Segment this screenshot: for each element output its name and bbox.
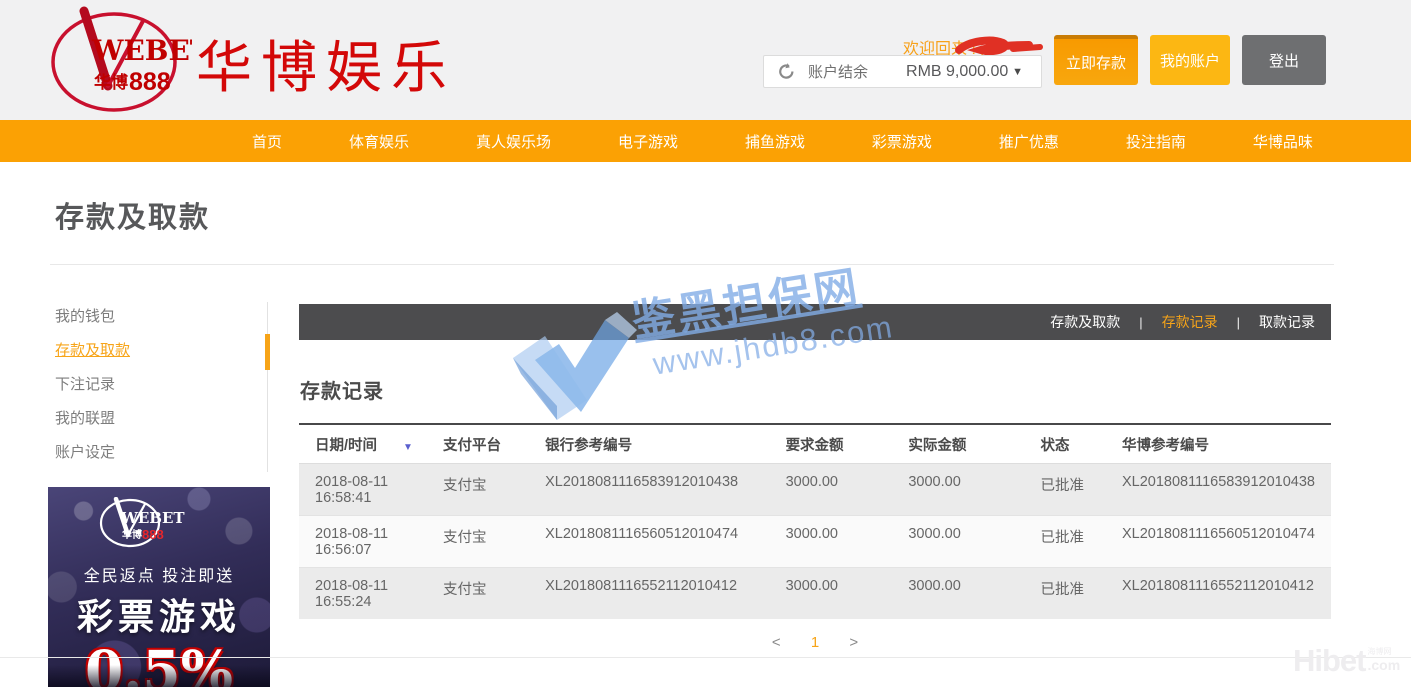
nav-item-home[interactable]: 首页	[252, 131, 282, 152]
table-row: 2018-08-11 16:56:07 支付宝 XL20180811165605…	[299, 516, 1331, 568]
svg-text:888: 888	[129, 68, 171, 96]
banner-webet-logo-icon: WEBET 华博 888	[48, 497, 270, 554]
logout-button[interactable]: 登出	[1242, 35, 1326, 85]
status-value: 已批准	[1024, 516, 1106, 568]
nav-item-brand[interactable]: 华博品味	[1253, 131, 1313, 152]
pagination-next[interactable]: >	[849, 634, 858, 651]
nav-item-promotions[interactable]: 推广优惠	[999, 131, 1059, 152]
table-header-platform: 支付平台	[427, 424, 529, 464]
table-header-actual: 实际金额	[892, 424, 1024, 464]
table-header-datetime[interactable]: 日期/时间▼	[299, 424, 427, 464]
balance-label: 账户结余	[808, 61, 868, 82]
status-value: 已批准	[1024, 568, 1106, 620]
caret-down-icon[interactable]: ▼	[1012, 66, 1023, 78]
title-divider	[50, 264, 1334, 265]
svg-text:华博: 华博	[94, 72, 128, 92]
main-content: 存款及取款 | 存款记录 | 取款记录 存款记录 日期/时间▼ 支付平台 银行参…	[299, 304, 1331, 651]
svg-text:WEBET: WEBET	[91, 34, 192, 67]
sidebar-item-account-settings[interactable]: 账户设定	[50, 438, 267, 472]
sidebar-item-wallet[interactable]: 我的钱包	[50, 302, 267, 336]
deposit-now-button[interactable]: 立即存款	[1054, 35, 1138, 85]
balance-dropdown[interactable]: 账户结余 RMB 9,000.00 ▼	[763, 55, 1042, 88]
refresh-icon[interactable]	[777, 62, 796, 81]
webet-logo-icon: WEBET 华博 888	[42, 6, 192, 114]
svg-text:华博: 华博	[122, 528, 142, 541]
tab-withdraw-records[interactable]: 取款记录	[1259, 312, 1315, 332]
table-header-row: 日期/时间▼ 支付平台 银行参考编号 要求金额 实际金额 状态 华博参考编号	[299, 424, 1331, 464]
table-header-requested: 要求金额	[770, 424, 893, 464]
nav-item-lottery[interactable]: 彩票游戏	[872, 131, 932, 152]
deposit-records-table: 日期/时间▼ 支付平台 银行参考编号 要求金额 实际金额 状态 华博参考编号 2…	[299, 423, 1331, 619]
banner-title: 彩票游戏	[48, 588, 270, 640]
table-header-status: 状态	[1024, 424, 1106, 464]
nav-item-betting-guide[interactable]: 投注指南	[1126, 131, 1186, 152]
svg-text:WEBET: WEBET	[120, 509, 185, 527]
nav-item-live-casino[interactable]: 真人娱乐场	[476, 131, 551, 152]
site-logo[interactable]: WEBET 华博 888 华博娱乐	[42, 4, 602, 116]
page-title: 存款及取款	[55, 194, 210, 236]
table-row: 2018-08-11 16:58:41 支付宝 XL20180811165839…	[299, 464, 1331, 516]
nav-item-slots[interactable]: 电子游戏	[618, 131, 678, 152]
banner-tagline: 全民返点 投注即送	[48, 562, 270, 586]
table-header-site-ref: 华博参考编号	[1106, 424, 1331, 464]
svg-text:888: 888	[142, 527, 164, 542]
tab-deposit-withdraw[interactable]: 存款及取款	[1050, 312, 1120, 332]
logo-title: 华博娱乐	[196, 23, 456, 104]
page: WEBET 华博 888 华博娱乐 欢迎回来 ! jx 账户结余 RMB 9,0…	[0, 0, 1411, 687]
sort-desc-icon[interactable]: ▼	[403, 442, 413, 453]
corner-watermark: Hibet 海博网 .com	[1293, 643, 1400, 679]
table-header-bank-ref: 银行参考编号	[529, 424, 769, 464]
sidebar: 我的钱包 存款及取款 下注记录 我的联盟 账户设定	[50, 302, 268, 472]
sidebar-item-affiliate[interactable]: 我的联盟	[50, 404, 267, 438]
banner-bottom-shade	[48, 665, 270, 687]
sidebar-item-deposit-withdraw[interactable]: 存款及取款	[50, 336, 267, 370]
hibet-badge: 海博网	[1368, 646, 1401, 657]
main-nav: 首页 体育娱乐 真人娱乐场 电子游戏 捕鱼游戏 彩票游戏 推广优惠 投注指南 华…	[0, 120, 1411, 162]
section-title: 存款记录	[300, 375, 1331, 404]
tab-deposit-records[interactable]: 存款记录	[1162, 312, 1218, 332]
balance-amount: RMB 9,000.00	[906, 63, 1008, 81]
table-row: 2018-08-11 16:55:24 支付宝 XL20180811165521…	[299, 568, 1331, 620]
pagination: < 1 >	[299, 634, 1331, 651]
pagination-prev[interactable]: <	[772, 634, 781, 651]
nav-item-fishing[interactable]: 捕鱼游戏	[745, 131, 805, 152]
status-value: 已批准	[1024, 464, 1106, 516]
hibet-suffix: .com	[1368, 657, 1401, 673]
records-tabbar: 存款及取款 | 存款记录 | 取款记录	[299, 304, 1331, 340]
tab-divider: |	[1139, 315, 1142, 330]
my-account-button[interactable]: 我的账户	[1150, 35, 1230, 85]
pagination-page-1[interactable]: 1	[811, 634, 819, 651]
header: WEBET 华博 888 华博娱乐 欢迎回来 ! jx 账户结余 RMB 9,0…	[0, 0, 1411, 120]
hibet-brand: Hibet	[1293, 643, 1366, 679]
footer-divider	[0, 657, 1411, 658]
active-item-marker	[265, 334, 270, 370]
sidebar-item-bet-records[interactable]: 下注记录	[50, 370, 267, 404]
nav-item-sports[interactable]: 体育娱乐	[349, 131, 409, 152]
tab-divider: |	[1237, 315, 1240, 330]
